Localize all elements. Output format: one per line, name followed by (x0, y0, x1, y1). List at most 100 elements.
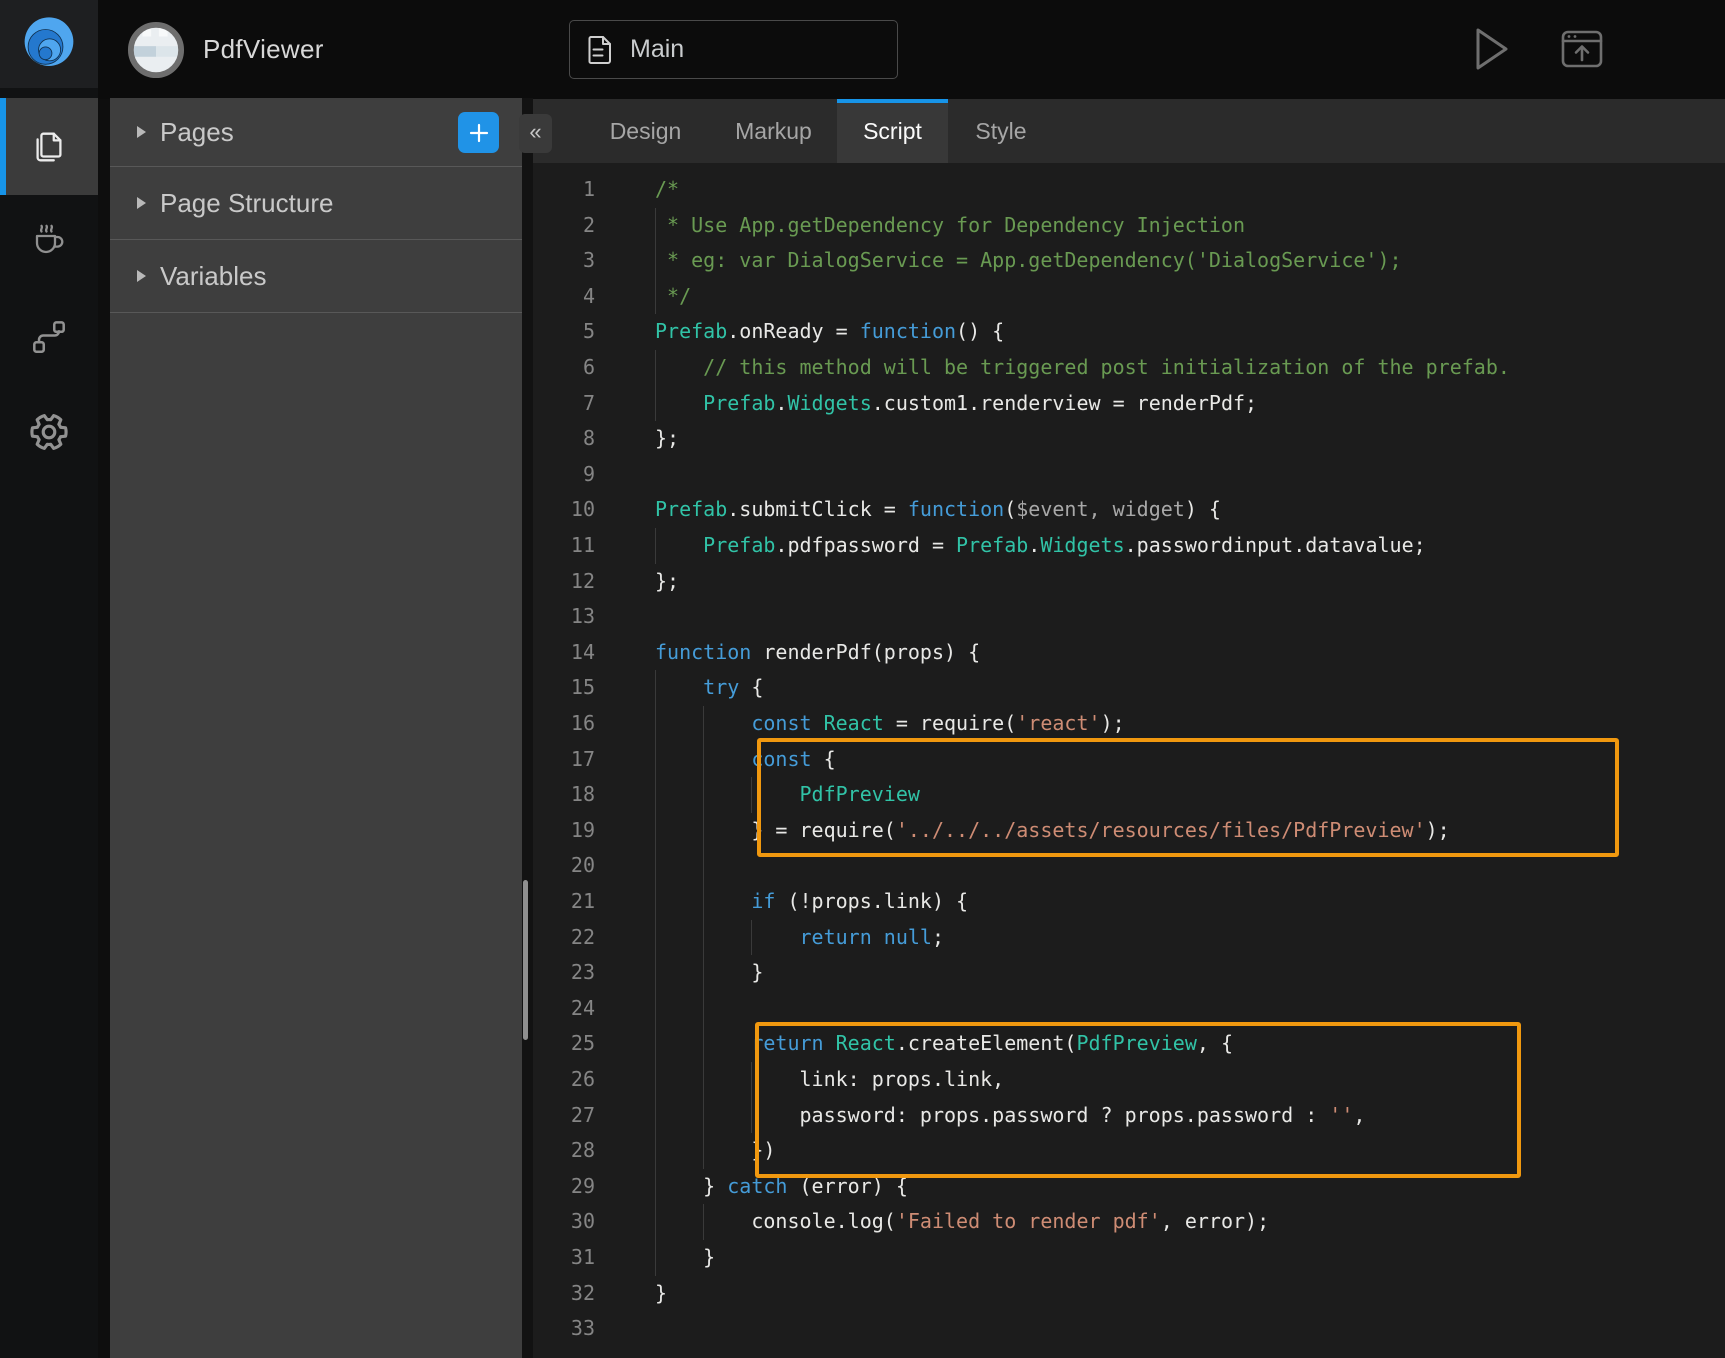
code-line-text[interactable]: } = require('../../../assets/resources/f… (655, 813, 1725, 849)
code-line-text[interactable]: try { (655, 670, 1725, 706)
code-line-text[interactable]: console.log('Failed to render pdf', erro… (655, 1204, 1725, 1240)
code-line: 18 PdfPreview (533, 777, 1725, 813)
code-line: 20 (533, 848, 1725, 884)
line-number: 19 (533, 813, 595, 849)
code-line-text[interactable] (655, 599, 1725, 635)
publish-button[interactable] (1555, 23, 1609, 75)
code-line-text[interactable]: } (655, 1240, 1725, 1276)
code-line: 2 * Use App.getDependency for Dependency… (533, 208, 1725, 244)
code-line-text[interactable]: * Use App.getDependency for Dependency I… (655, 208, 1725, 244)
code-line: 30 console.log('Failed to render pdf', e… (533, 1204, 1725, 1240)
code-line-text[interactable]: // this method will be triggered post in… (655, 350, 1725, 386)
studio-window: PdfViewer Main (0, 0, 1725, 1358)
code-line-text[interactable] (655, 1311, 1725, 1347)
code-line-text[interactable]: Prefab.pdfpassword = Prefab.Widgets.pass… (655, 528, 1725, 564)
code-line: 5 Prefab.onReady = function() { (533, 314, 1725, 350)
line-number: 11 (533, 528, 595, 564)
explorer-section-variables[interactable]: Variables (110, 240, 522, 313)
code-line-text[interactable] (655, 457, 1725, 493)
explorer-section-page-structure[interactable]: Page Structure (110, 167, 522, 240)
code-line-text[interactable]: Prefab.submitClick = function($event, wi… (655, 492, 1725, 528)
line-number: 32 (533, 1276, 595, 1312)
line-number: 27 (533, 1098, 595, 1134)
code-line: 15 try { (533, 670, 1725, 706)
line-number: 18 (533, 777, 595, 813)
code-line-text[interactable]: PdfPreview (655, 777, 1725, 813)
code-line-text[interactable]: /* (655, 172, 1725, 208)
section-label: Page Structure (160, 188, 333, 219)
tab-style[interactable]: Style (963, 99, 1039, 163)
code-line-text[interactable]: password: props.password ? props.passwor… (655, 1098, 1725, 1134)
chevron-right-icon (137, 197, 146, 209)
activity-item-java-services[interactable] (0, 206, 98, 270)
code-line: 17 const { (533, 742, 1725, 778)
code-line-text[interactable] (655, 848, 1725, 884)
page-selector[interactable]: Main (569, 20, 898, 79)
line-number: 30 (533, 1204, 595, 1240)
code-line: 10 Prefab.submitClick = function($event, … (533, 492, 1725, 528)
code-line-text[interactable]: const { (655, 742, 1725, 778)
code-line-text[interactable]: * eg: var DialogService = App.getDepende… (655, 243, 1725, 279)
orchestration-flow-icon (28, 315, 70, 357)
section-label: Pages (160, 117, 234, 148)
activity-bar (0, 88, 98, 1358)
code-line-text[interactable] (655, 991, 1725, 1027)
code-line-text[interactable]: function renderPdf(props) { (655, 635, 1725, 671)
code-line: 28 }) (533, 1133, 1725, 1169)
code-line-text[interactable]: Prefab.Widgets.custom1.renderview = rend… (655, 386, 1725, 422)
code-line-text[interactable]: const React = require('react'); (655, 706, 1725, 742)
code-line-text[interactable]: } catch (error) { (655, 1169, 1725, 1205)
line-number: 20 (533, 848, 595, 884)
code-line-text[interactable]: Prefab.onReady = function() { (655, 314, 1725, 350)
add-page-button[interactable] (458, 112, 499, 153)
java-service-coffee-icon (28, 217, 70, 259)
line-number: 10 (533, 492, 595, 528)
collapse-panel-button[interactable]: « (519, 114, 552, 153)
code-line-text[interactable]: return React.createElement(PdfPreview, { (655, 1026, 1725, 1062)
activity-item-orchestration[interactable] (0, 304, 98, 368)
code-line: 22 return null; (533, 920, 1725, 956)
code-line: 23 } (533, 955, 1725, 991)
line-number: 22 (533, 920, 595, 956)
code-editor[interactable]: 1/*2 * Use App.getDependency for Depende… (533, 163, 1725, 1358)
tab-script[interactable]: Script (837, 99, 948, 163)
line-number: 29 (533, 1169, 595, 1205)
panel-scrollbar-thumb[interactable] (523, 880, 528, 1040)
code-line: 26 link: props.link, (533, 1062, 1725, 1098)
code-line-text[interactable]: return null; (655, 920, 1725, 956)
line-number: 26 (533, 1062, 595, 1098)
chevron-right-icon (137, 126, 146, 138)
code-line-text[interactable]: link: props.link, (655, 1062, 1725, 1098)
code-line: 25 return React.createElement(PdfPreview… (533, 1026, 1725, 1062)
line-number: 2 (533, 208, 595, 244)
code-line-text[interactable]: */ (655, 279, 1725, 315)
settings-gear-icon (28, 411, 70, 453)
line-number: 6 (533, 350, 595, 386)
activity-item-pages[interactable] (0, 98, 98, 195)
wavemaker-logo[interactable] (0, 0, 98, 88)
explorer-section-pages[interactable]: Pages (110, 98, 522, 167)
tab-markup[interactable]: Markup (730, 99, 817, 163)
code-line-text[interactable]: } (655, 1276, 1725, 1312)
code-line: 13 (533, 599, 1725, 635)
line-number: 5 (533, 314, 595, 350)
code-line-text[interactable]: }) (655, 1133, 1725, 1169)
code-line: 19 } = require('../../../assets/resource… (533, 813, 1725, 849)
code-line: 7 Prefab.Widgets.custom1.renderview = re… (533, 386, 1725, 422)
code-line: 31 } (533, 1240, 1725, 1276)
activity-item-settings[interactable] (0, 400, 98, 464)
code-line-text[interactable]: }; (655, 564, 1725, 600)
code-line: 29 } catch (error) { (533, 1169, 1725, 1205)
line-number: 9 (533, 457, 595, 493)
line-number: 28 (533, 1133, 595, 1169)
tab-design[interactable]: Design (607, 99, 684, 163)
code-line-text[interactable]: }; (655, 421, 1725, 457)
line-number: 24 (533, 991, 595, 1027)
run-preview-button[interactable] (1465, 20, 1519, 78)
code-line-text[interactable]: } (655, 955, 1725, 991)
line-number: 13 (533, 599, 595, 635)
publish-window-icon (1560, 27, 1604, 71)
editor-area: DesignMarkupScriptStyle 1/*2 * Use App.g… (533, 99, 1725, 1358)
code-line-text[interactable]: if (!props.link) { (655, 884, 1725, 920)
code-line: 3 * eg: var DialogService = App.getDepen… (533, 243, 1725, 279)
